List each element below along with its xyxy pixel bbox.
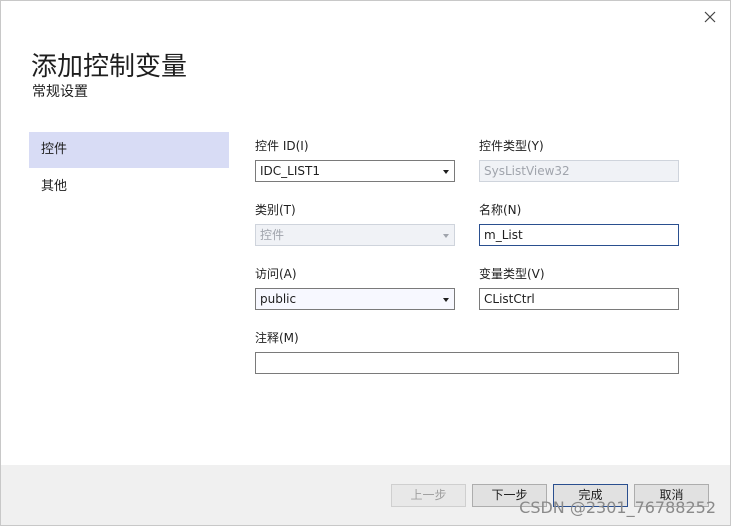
comment-input[interactable] (255, 352, 679, 374)
var-type-input[interactable]: CListCtrl (479, 288, 679, 310)
close-icon[interactable] (702, 9, 718, 25)
control-type-value: SysListView32 (484, 164, 570, 178)
var-type-label: 变量类型(V) (479, 267, 545, 281)
control-id-value: IDC_LIST1 (260, 164, 320, 178)
control-type-label: 控件类型(Y) (479, 139, 544, 153)
sidebar-item-controls[interactable]: 控件 (29, 132, 229, 168)
dialog-subtitle: 常规设置 (32, 84, 88, 100)
var-type-value: CListCtrl (484, 292, 535, 306)
category-value: 控件 (260, 228, 285, 242)
watermark: CSDN @2301_76788252 (519, 498, 716, 517)
sidebar-item-other[interactable]: 其他 (29, 169, 229, 205)
sidebar-nav: 控件 其他 (29, 132, 229, 206)
name-value: m_List (484, 228, 523, 242)
comment-label: 注释(M) (255, 331, 299, 345)
prev-button[interactable]: 上一步 (391, 484, 466, 507)
category-combo: 控件 (255, 224, 455, 246)
access-combo[interactable]: public (255, 288, 455, 310)
dialog-title: 添加控制变量 (31, 52, 188, 82)
chevron-down-icon (443, 234, 449, 238)
add-control-variable-dialog: 添加控制变量 常规设置 控件 其他 控件 ID(I) IDC_LIST1 控件类… (0, 0, 731, 526)
control-id-label: 控件 ID(I) (255, 139, 309, 153)
access-label: 访问(A) (255, 267, 297, 281)
name-label: 名称(N) (479, 203, 522, 217)
control-type-field: SysListView32 (479, 160, 679, 182)
name-input[interactable]: m_List (479, 224, 679, 246)
chevron-down-icon[interactable] (443, 298, 449, 302)
category-label: 类别(T) (255, 203, 296, 217)
access-value: public (260, 292, 297, 306)
control-id-combo[interactable]: IDC_LIST1 (255, 160, 455, 182)
chevron-down-icon[interactable] (443, 170, 449, 174)
